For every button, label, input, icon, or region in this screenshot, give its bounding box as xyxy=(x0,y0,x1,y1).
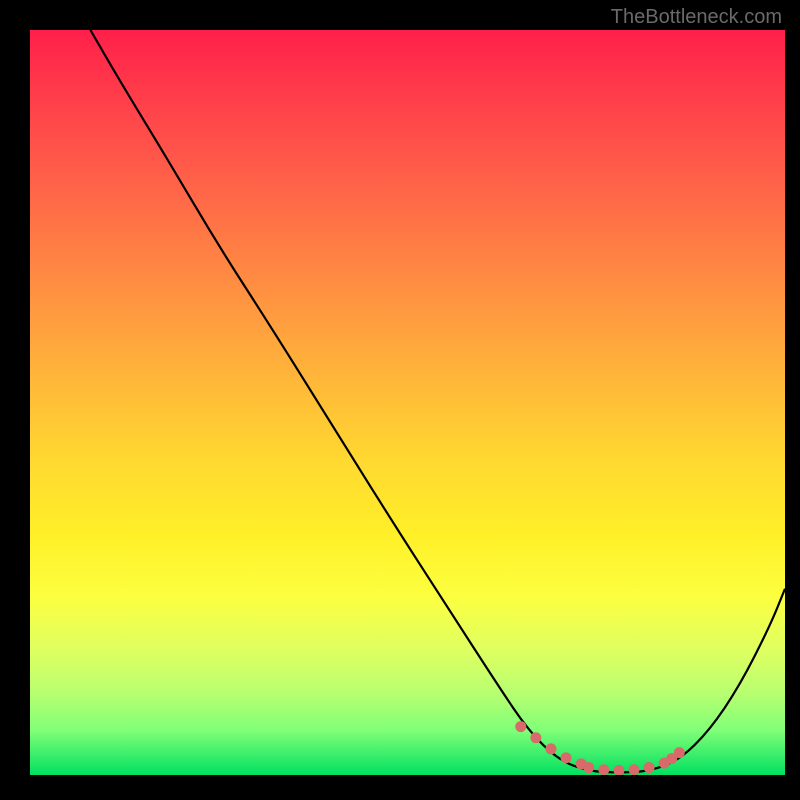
marker-dot xyxy=(629,764,640,775)
marker-dot xyxy=(674,747,685,758)
marker-dot xyxy=(598,764,609,775)
marker-dot xyxy=(515,721,526,732)
marker-dot xyxy=(644,762,655,773)
marker-dot xyxy=(545,743,556,754)
marker-dot xyxy=(530,732,541,743)
marker-dot xyxy=(583,762,594,773)
plot-area xyxy=(30,30,785,775)
chart-svg xyxy=(30,30,785,775)
marker-dot xyxy=(561,752,572,763)
marker-dot xyxy=(613,765,624,775)
bottleneck-curve xyxy=(90,30,785,772)
watermark-text: TheBottleneck.com xyxy=(611,6,782,29)
